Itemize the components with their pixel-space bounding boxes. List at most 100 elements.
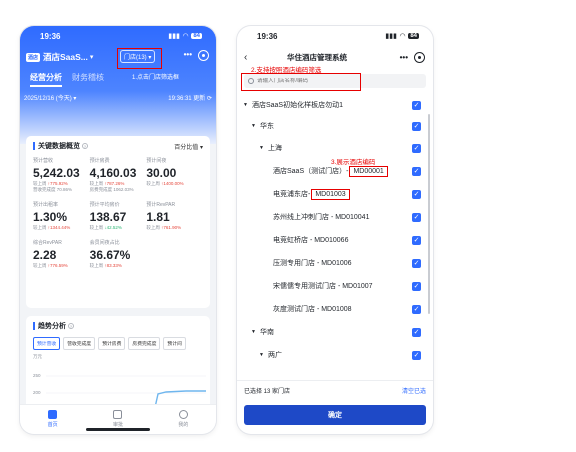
store-picker-phone: 19:36 ▮▮▮ ◠ 84 ‹ 华住酒店管理系统 ••• 2.支持按照酒店编码… [237, 26, 433, 434]
tree-store-item[interactable]: 电竞虹桥店 - MD010066 ✓ [237, 233, 425, 247]
kpi-change: 较上周 ↑1400.00% [146, 181, 184, 186]
trend-title: 趋势分析 [38, 323, 66, 330]
store-code: MD00001 [349, 165, 388, 177]
refresh-time[interactable]: 19:36:31 更新 ⟳ [168, 93, 212, 102]
home-indicator [86, 428, 150, 431]
signal-icon: ▮▮▮ [385, 33, 397, 40]
kpi-change: 较上周 ↑761.90% [146, 225, 182, 230]
kpi-label: 预计间夜 [146, 158, 167, 164]
tab-business-analysis[interactable]: 经营分析 [30, 72, 62, 87]
tree-group[interactable]: ▼ 上海 ✓ [237, 141, 425, 155]
compare-select[interactable]: 百分比值 ▾ [174, 142, 203, 151]
tab-approval[interactable]: 审批 [113, 410, 123, 428]
status-bar: 19:36 ▮▮▮ ◠ 84 [237, 26, 433, 46]
kpi-item[interactable]: 预计RevPAR 1.81 较上周 ↑761.90% [146, 201, 203, 231]
checkbox-checked-icon[interactable]: ✓ [412, 258, 421, 268]
tree-store-item[interactable]: 压测专用门店 - MD01006 ✓ [237, 256, 425, 270]
signal-icon: ▮▮▮ [168, 33, 180, 40]
tree-store-item[interactable]: 苏州线上冲刺门店 - MD010041 ✓ [237, 210, 425, 224]
target-icon[interactable] [414, 51, 425, 63]
chevron-down-icon[interactable]: ▾ [90, 53, 94, 61]
info-icon[interactable]: ? [82, 143, 88, 150]
checkbox-checked-icon[interactable]: ✓ [412, 350, 421, 360]
checkbox-checked-icon[interactable]: ✓ [412, 212, 421, 222]
checkbox-checked-icon[interactable]: ✓ [412, 281, 421, 291]
kpi-item[interactable]: 综合RevPAR 2.28 较上周 ↑776.59% [33, 239, 90, 269]
y-tick: 250 [33, 373, 41, 378]
dashboard-header: 19:36 ▮▮▮ ◠ 84 酒店 酒店SaaS... ▾ 门店(13) ▾ •… [20, 26, 216, 144]
battery-icon: 84 [191, 33, 202, 39]
checkbox-checked-icon[interactable]: ✓ [412, 235, 421, 245]
kpi-label: 综合RevPAR [33, 240, 62, 246]
tree-group[interactable]: ▼ 酒店SaaS初始化样板店勿动1 ✓ [237, 98, 425, 112]
tree-label: 酒店SaaS（测试门店）- [273, 168, 349, 175]
tree-store-item[interactable]: 宋儒儒专用测试门店 - MD01007 ✓ [237, 279, 425, 293]
info-icon[interactable]: ? [68, 323, 74, 330]
wifi-icon: ◠ [399, 33, 406, 40]
tree-label: 华东 [259, 123, 274, 130]
kpi-item[interactable]: 预计房费 4,160.03 较上周 ↑787.26% 房费完成度 1062.03% [90, 157, 147, 193]
checkbox-checked-icon[interactable]: ✓ [412, 189, 421, 199]
trend-tab[interactable]: 预计营收 [33, 337, 61, 350]
checkbox-checked-icon[interactable]: ✓ [412, 166, 421, 176]
kpi-label: 预计房费 [89, 158, 110, 164]
kpi-change: 较上周 ↑776.59% [33, 263, 68, 268]
target-icon[interactable] [198, 50, 209, 61]
tree-store-item[interactable]: 灰度测试门店 - MD01008 ✓ [237, 302, 425, 316]
kpi-label: 预计平均房价 [89, 202, 120, 208]
kpi-completion: 营收完成度 70.86% [33, 187, 73, 192]
kpi-item[interactable]: 预计营收 5,242.03 较上周 ↑775.92% 营收完成度 70.86% [33, 157, 90, 193]
tree-group[interactable]: ▼ 华南 ✓ [237, 325, 425, 339]
annotation-3: 3.展示酒店编码 [331, 159, 376, 166]
kpi-item[interactable]: 预计平均房价 138.67 较上周 ↓42.52% [90, 201, 147, 231]
caret-down-icon[interactable]: ▼ [243, 102, 248, 108]
checkbox-checked-icon[interactable]: ✓ [412, 143, 421, 153]
trend-tab[interactable]: 房费完成度 [128, 337, 161, 350]
trend-tab[interactable]: 营收完成度 [63, 337, 96, 350]
confirm-button[interactable]: 确定 [244, 405, 426, 425]
caret-down-icon[interactable]: ▼ [259, 145, 264, 151]
kpi-item[interactable]: 预计间夜 30.00 较上周 ↑1400.00% [146, 157, 203, 193]
back-icon[interactable]: ‹ [244, 52, 258, 63]
tab-home[interactable]: 首页 [48, 410, 58, 428]
home-icon [48, 410, 58, 419]
tabs: 经营分析 财务稽核 [20, 68, 216, 87]
tree-label: 酒店SaaS初始化样板店勿动1 [251, 102, 343, 109]
tree-label: 压测专用门店 - MD01006 [273, 260, 352, 267]
date-row: 2025/12/16 (今天) ▾ 19:36:31 更新 ⟳ [20, 87, 216, 102]
caret-down-icon[interactable]: ▼ [259, 352, 264, 358]
tree-group[interactable]: ▼ 华东 ✓ [237, 119, 425, 133]
caret-down-icon[interactable]: ▼ [251, 123, 256, 129]
tree-store-item[interactable]: 酒店SaaS（测试门店）- MD00001 ✓ [237, 164, 425, 178]
dashboard-phone: 19:36 ▮▮▮ ◠ 84 酒店 酒店SaaS... ▾ 门店(13) ▾ •… [20, 26, 216, 434]
trend-tab[interactable]: 预计房费 [98, 337, 126, 350]
date-select[interactable]: 2025/12/16 (今天) ▾ [24, 93, 76, 102]
tree-label: 电竞浦东店- [273, 191, 311, 198]
checkbox-checked-icon[interactable]: ✓ [412, 121, 421, 131]
kpi-item[interactable]: 会员间夜占比 36.67% 较上周 ↑83.33% [90, 239, 147, 269]
kpi-item[interactable]: 预计出租率 1.30% 较上周 ↑1344.44% [33, 201, 90, 231]
kpi-completion: 房费完成度 1062.03% [89, 187, 134, 192]
kpi-label: 预计RevPAR [146, 202, 176, 208]
checkbox-checked-icon[interactable]: ✓ [412, 100, 421, 110]
annotation-highlight [241, 73, 361, 91]
clear-selection-link[interactable]: 清空已选 [402, 386, 426, 395]
tree-store-item[interactable]: 电竞浦东店- MD01003 ✓ [237, 187, 425, 201]
tab-profile[interactable]: 我的 [178, 410, 188, 428]
app-title[interactable]: 酒店SaaS... [43, 51, 88, 63]
more-icon[interactable]: ••• [184, 50, 192, 59]
tab-finance-audit[interactable]: 财务稽核 [72, 72, 104, 87]
kpi-card: 关键数据概览? 百分比值 ▾ 预计营收 5,242.03 较上周 ↑775.92% 营… [26, 136, 210, 308]
caret-down-icon[interactable]: ▼ [251, 329, 256, 335]
checkbox-checked-icon[interactable]: ✓ [412, 304, 421, 314]
checkbox-checked-icon[interactable]: ✓ [412, 327, 421, 337]
kpi-value: 5,242.03 [33, 166, 80, 180]
kpi-value: 2.28 [33, 248, 57, 262]
more-icon[interactable]: ••• [400, 53, 408, 62]
store-code: MD01003 [311, 188, 350, 200]
tree-label: 两广 [267, 352, 282, 359]
tree-label: 灰度测试门店 - MD01008 [273, 306, 352, 313]
trend-tab[interactable]: 预计间 [163, 337, 186, 350]
tree-group[interactable]: ▼ 两广 ✓ [237, 348, 425, 362]
scrollbar[interactable] [428, 114, 430, 314]
